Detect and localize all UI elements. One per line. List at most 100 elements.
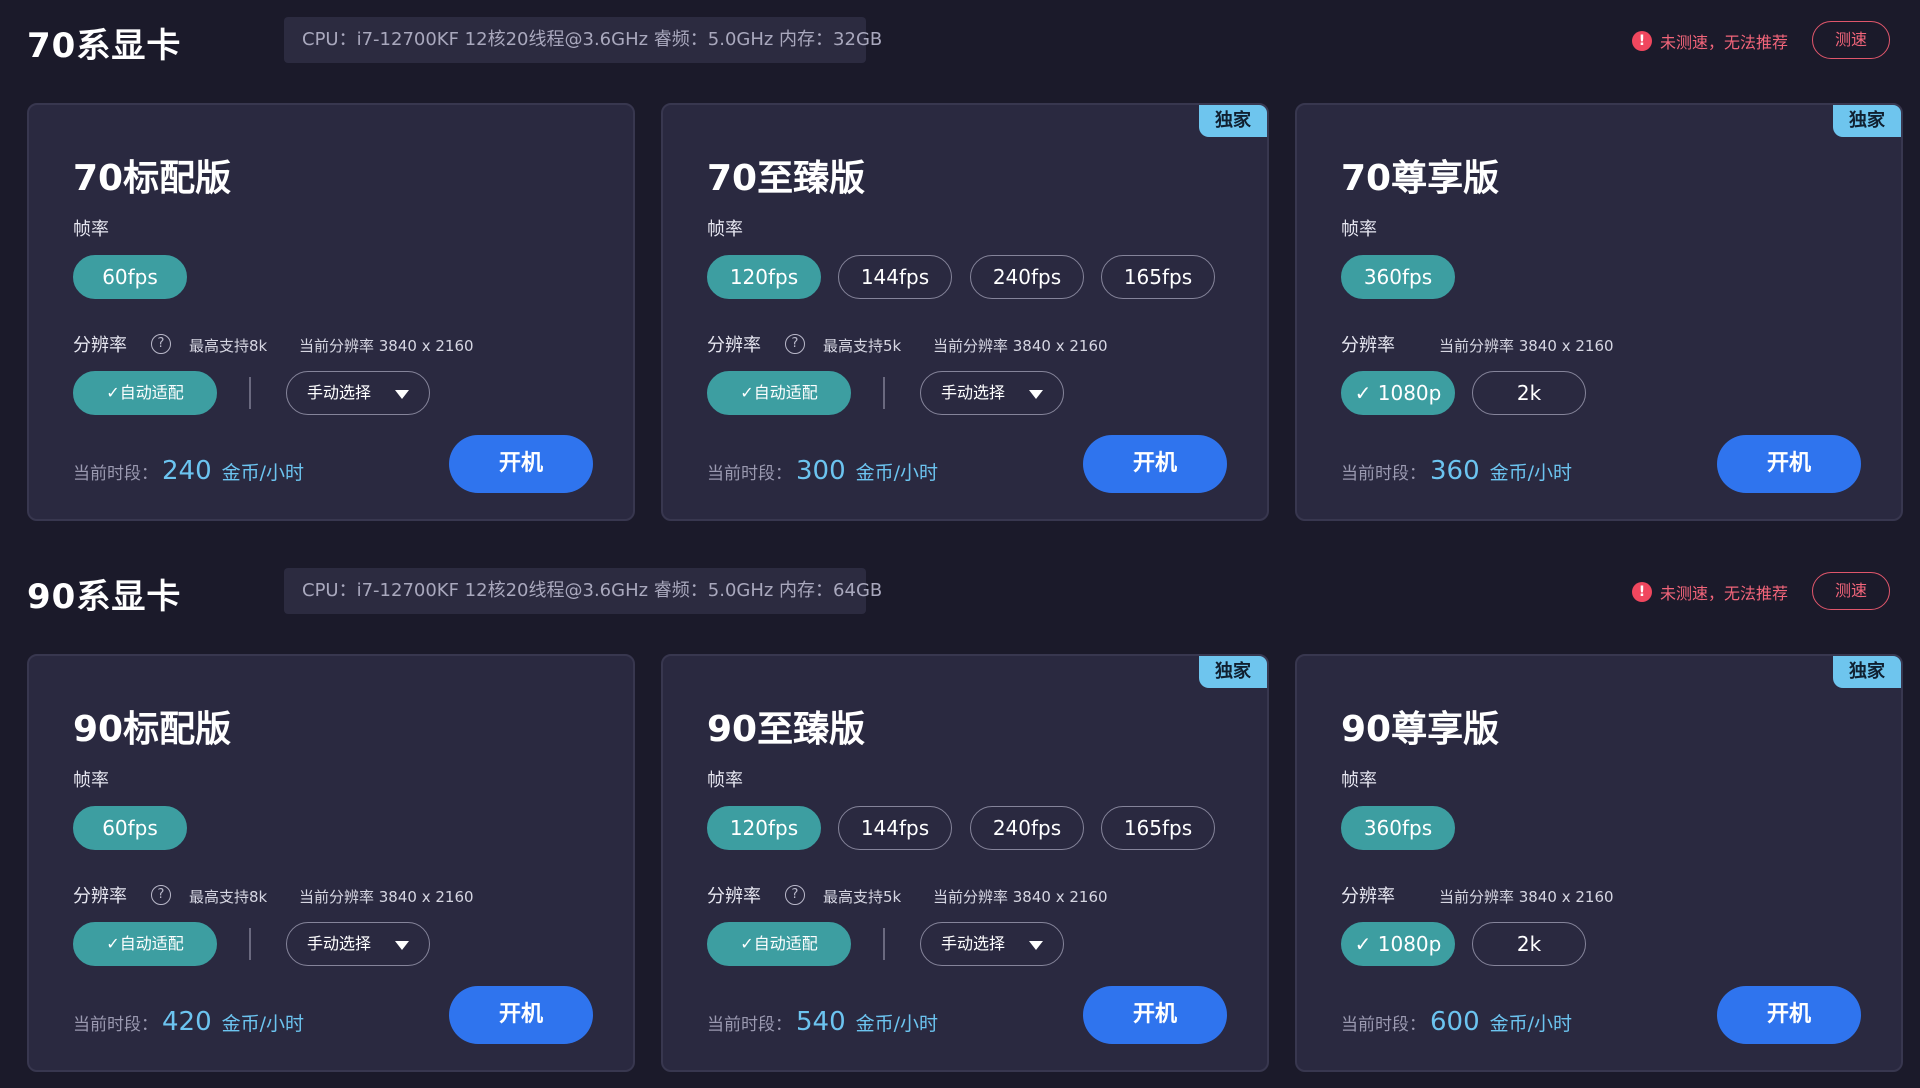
price-value: 240 <box>162 456 212 486</box>
price-value: 540 <box>796 1007 846 1037</box>
fps-option[interactable]: 144fps <box>838 806 952 850</box>
resolution-option[interactable]: ✓ 1080p <box>1341 922 1455 966</box>
price-value: 360 <box>1430 456 1480 486</box>
plan-card-deluxe: 独家 90尊享版 帧率 360fps 分辨率 当前分辨率 3840 x 2160… <box>1295 654 1903 1072</box>
price-unit: 金币/小时 <box>1489 1013 1573 1035</box>
price-prefix: 当前时段： <box>1341 1015 1426 1035</box>
resolution-option[interactable]: 2k <box>1472 371 1586 415</box>
price-line: 当前时段： 420 金币/小时 <box>73 1007 304 1037</box>
price-line: 当前时段： 300 金币/小时 <box>707 456 938 486</box>
auto-adapt-button[interactable]: ✓自动适配 <box>707 922 851 966</box>
caret-down-icon <box>395 390 409 399</box>
current-resolution: 当前分辨率 3840 x 2160 <box>1439 337 1614 355</box>
fps-option[interactable]: 144fps <box>838 255 952 299</box>
price-unit: 金币/小时 <box>1489 462 1573 484</box>
fps-option[interactable]: 120fps <box>707 806 821 850</box>
price-unit: 金币/小时 <box>221 1013 305 1035</box>
fps-option[interactable]: 60fps <box>73 255 187 299</box>
boot-button[interactable]: 开机 <box>449 986 593 1044</box>
price-value: 300 <box>796 456 846 486</box>
fps-option[interactable]: 360fps <box>1341 255 1455 299</box>
price-unit: 金币/小时 <box>221 462 305 484</box>
plan-card-deluxe: 独家 70尊享版 帧率 360fps 分辨率 当前分辨率 3840 x 2160… <box>1295 103 1903 521</box>
resolution-option[interactable]: ✓ 1080p <box>1341 371 1455 415</box>
price-line: 当前时段： 360 金币/小时 <box>1341 456 1572 486</box>
resolution-option[interactable]: 2k <box>1472 922 1586 966</box>
fps-option[interactable]: 360fps <box>1341 806 1455 850</box>
speed-test-button[interactable]: 测速 <box>1812 572 1890 610</box>
fps-label: 帧率 <box>73 219 109 240</box>
plan-card-standard: 70标配版 帧率 60fps 分辨率 ? 最高支持8k 当前分辨率 3840 x… <box>27 103 635 521</box>
speed-test-button[interactable]: 测速 <box>1812 21 1890 59</box>
auto-adapt-button[interactable]: ✓自动适配 <box>73 922 217 966</box>
current-resolution: 当前分辨率 3840 x 2160 <box>1439 888 1614 906</box>
exclusive-badge: 独家 <box>1833 105 1901 137</box>
max-support-text: 最高支持5k <box>823 337 902 355</box>
help-icon[interactable]: ? <box>785 334 805 354</box>
manual-select-label: 手动选择 <box>307 934 372 953</box>
manual-select-dropdown[interactable]: 手动选择 <box>920 371 1064 415</box>
fps-label: 帧率 <box>1341 770 1377 791</box>
fps-option[interactable]: 60fps <box>73 806 187 850</box>
help-icon[interactable]: ? <box>785 885 805 905</box>
card-title: 70尊享版 <box>1341 158 1500 199</box>
fps-label: 帧率 <box>1341 219 1377 240</box>
boot-button[interactable]: 开机 <box>1083 435 1227 493</box>
price-line: 当前时段： 540 金币/小时 <box>707 1007 938 1037</box>
caret-down-icon <box>1029 941 1043 950</box>
price-prefix: 当前时段： <box>1341 464 1426 484</box>
max-support-text: 最高支持5k <box>823 888 902 906</box>
price-unit: 金币/小时 <box>855 462 939 484</box>
fps-option[interactable]: 165fps <box>1101 806 1215 850</box>
fps-option[interactable]: 165fps <box>1101 255 1215 299</box>
fps-option[interactable]: 240fps <box>970 255 1084 299</box>
warning-text: 未测速，无法推荐 <box>1659 584 1788 603</box>
help-icon[interactable]: ? <box>151 334 171 354</box>
cpu-info: CPU：i7-12700KF 12核20线程@3.6GHz 睿频：5.0GHz … <box>284 17 882 63</box>
resolution-label: 分辨率 <box>1341 335 1395 356</box>
manual-select-label: 手动选择 <box>307 383 372 402</box>
section-title: 70系显卡 <box>27 26 182 66</box>
alert-icon: ! <box>1631 582 1652 602</box>
card-title: 90标配版 <box>73 709 232 750</box>
boot-button[interactable]: 开机 <box>449 435 593 493</box>
speed-warning: ! 未测速，无法推荐 <box>1631 580 1788 604</box>
boot-button[interactable]: 开机 <box>1717 435 1861 493</box>
card-title: 70至臻版 <box>707 158 866 199</box>
current-resolution: 当前分辨率 3840 x 2160 <box>299 337 474 355</box>
max-support-text: 最高支持8k <box>189 337 268 355</box>
section-title: 90系显卡 <box>27 577 182 617</box>
alert-icon: ! <box>1631 31 1652 51</box>
exclusive-badge: 独家 <box>1833 656 1901 688</box>
caret-down-icon <box>395 941 409 950</box>
resolution-label: 分辨率 <box>707 335 761 356</box>
fps-option[interactable]: 240fps <box>970 806 1084 850</box>
current-resolution: 当前分辨率 3840 x 2160 <box>933 337 1108 355</box>
auto-adapt-button[interactable]: ✓自动适配 <box>707 371 851 415</box>
manual-select-dropdown[interactable]: 手动选择 <box>286 922 430 966</box>
plan-card-premium: 独家 90至臻版 帧率 120fps 144fps 240fps 165fps … <box>661 654 1269 1072</box>
resolution-label: 分辨率 <box>73 335 127 356</box>
price-value: 600 <box>1430 1007 1480 1037</box>
divider <box>883 928 885 960</box>
price-prefix: 当前时段： <box>707 464 792 484</box>
plan-card-standard: 90标配版 帧率 60fps 分辨率 ? 最高支持8k 当前分辨率 3840 x… <box>27 654 635 1072</box>
manual-select-dropdown[interactable]: 手动选择 <box>286 371 430 415</box>
max-support-text: 最高支持8k <box>189 888 268 906</box>
resolution-label: 分辨率 <box>73 886 127 907</box>
price-prefix: 当前时段： <box>707 1015 792 1035</box>
resolution-label: 分辨率 <box>1341 886 1395 907</box>
plan-card-premium: 独家 70至臻版 帧率 120fps 144fps 240fps 165fps … <box>661 103 1269 521</box>
manual-select-dropdown[interactable]: 手动选择 <box>920 922 1064 966</box>
divider <box>249 377 251 409</box>
boot-button[interactable]: 开机 <box>1083 986 1227 1044</box>
cpu-info: CPU：i7-12700KF 12核20线程@3.6GHz 睿频：5.0GHz … <box>284 568 882 614</box>
exclusive-badge: 独家 <box>1199 105 1267 137</box>
manual-select-label: 手动选择 <box>941 383 1006 402</box>
caret-down-icon <box>1029 390 1043 399</box>
help-icon[interactable]: ? <box>151 885 171 905</box>
fps-option[interactable]: 120fps <box>707 255 821 299</box>
auto-adapt-button[interactable]: ✓自动适配 <box>73 371 217 415</box>
price-unit: 金币/小时 <box>855 1013 939 1035</box>
boot-button[interactable]: 开机 <box>1717 986 1861 1044</box>
